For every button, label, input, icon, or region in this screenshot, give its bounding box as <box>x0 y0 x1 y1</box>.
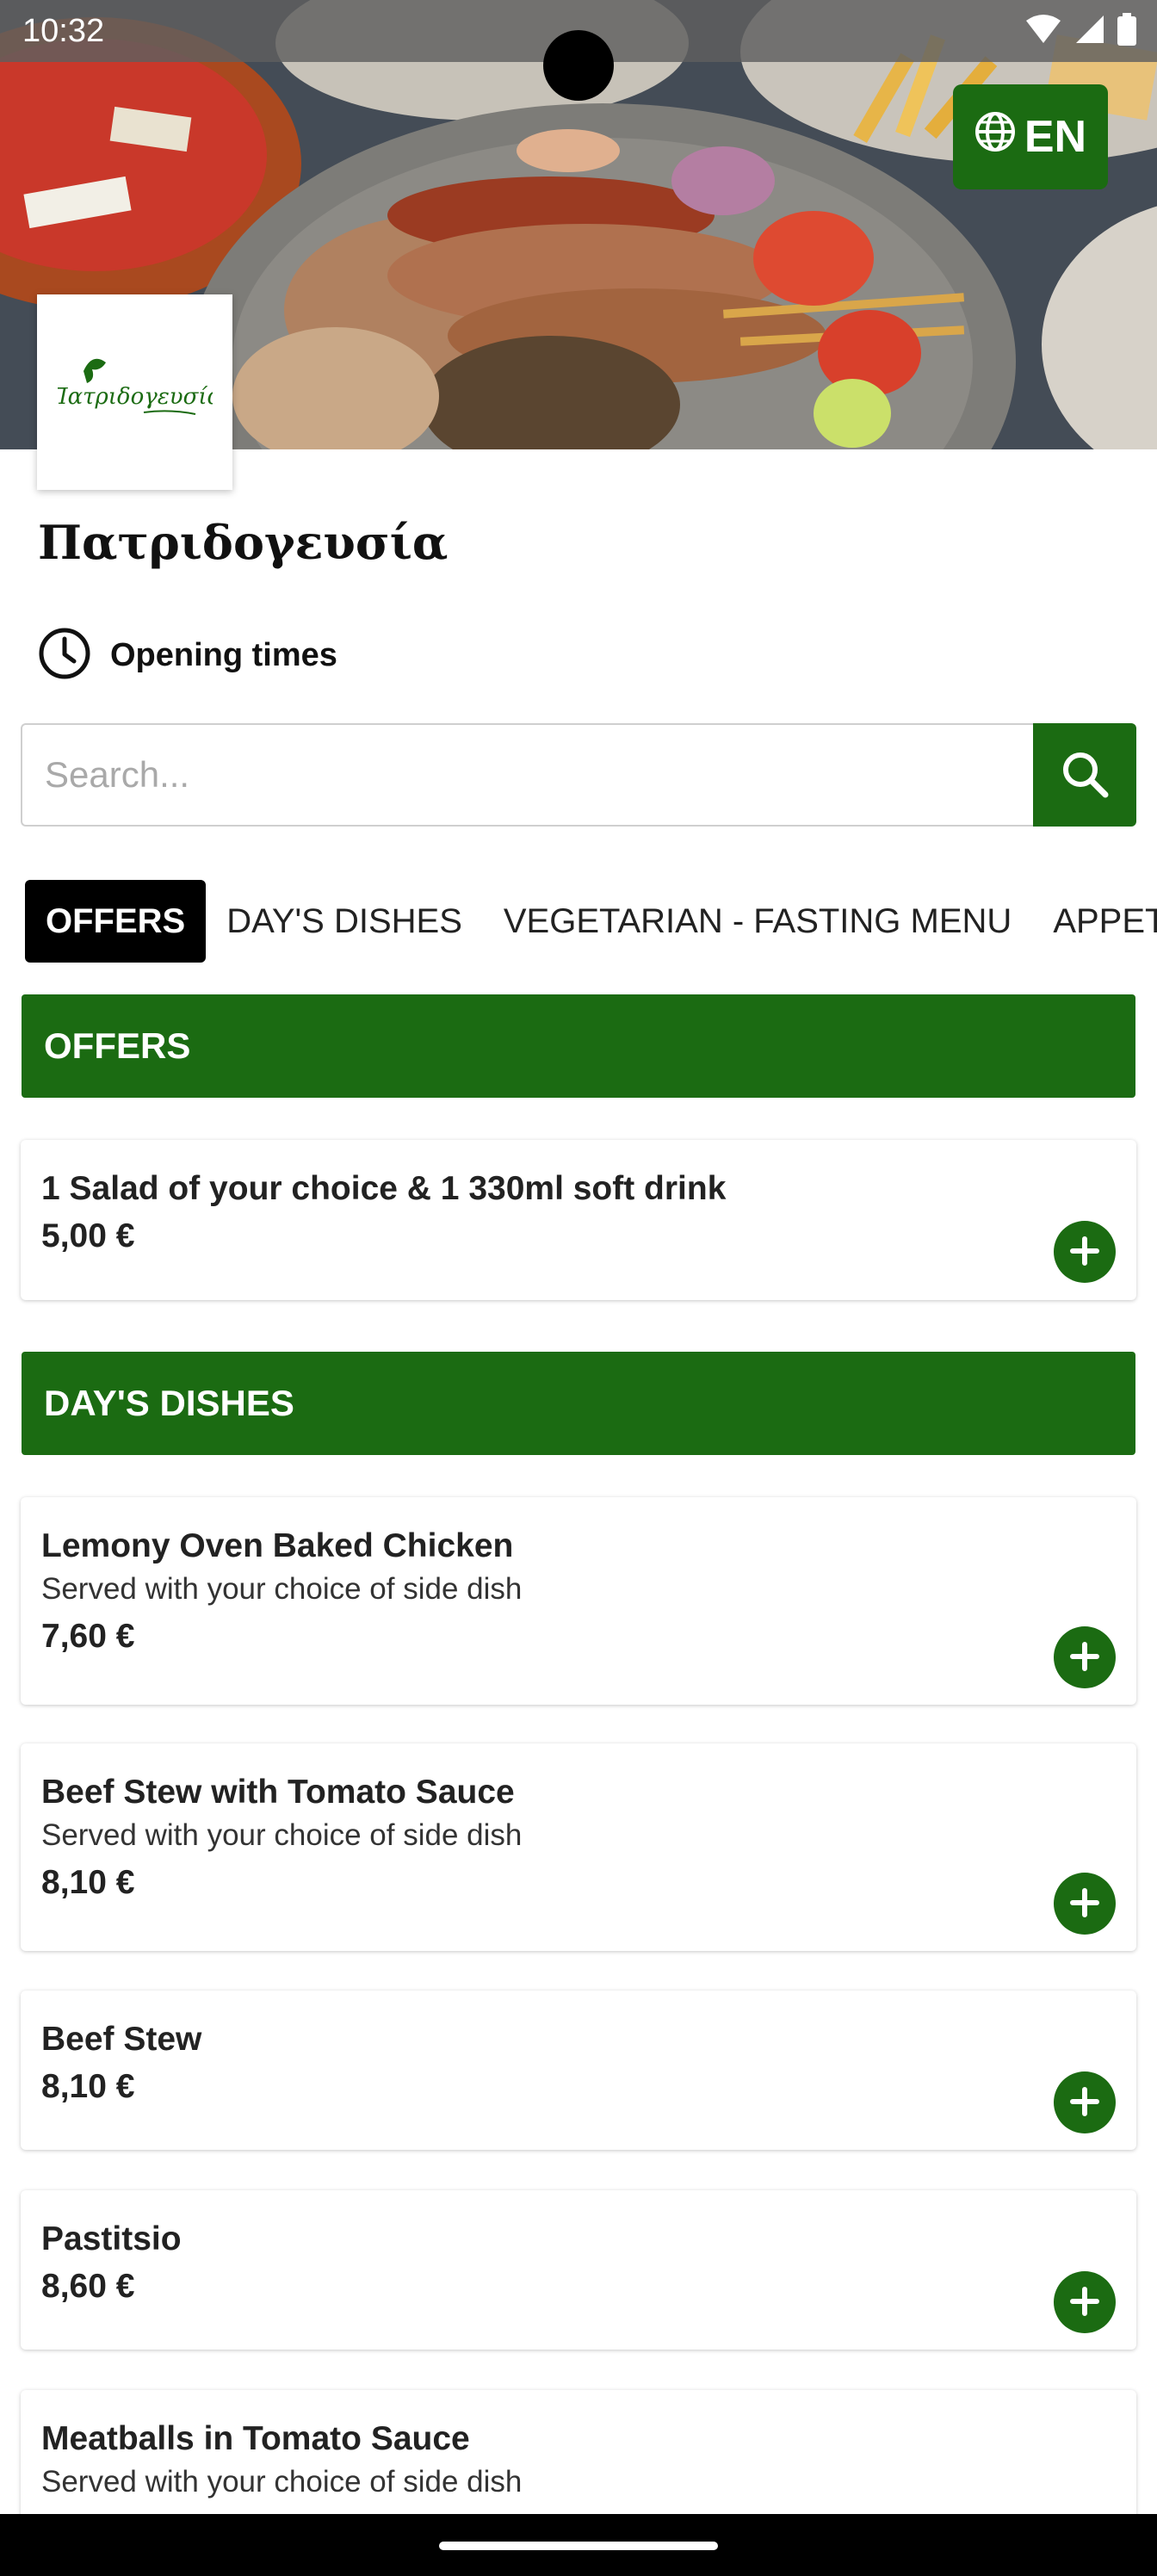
menu-item-card[interactable]: Beef Stew with Tomato Sauce Served with … <box>21 1743 1136 1951</box>
search-bar <box>21 723 1136 827</box>
search-input[interactable] <box>21 723 1033 827</box>
item-name: Meatballs in Tomato Sauce <box>41 2420 470 2457</box>
item-description: Served with your choice of side dish <box>41 2465 523 2499</box>
home-gesture-handle[interactable] <box>439 2542 718 2550</box>
add-to-cart-button[interactable] <box>1054 2071 1116 2133</box>
tab-vegetarian-fasting-menu[interactable]: VEGETARIAN - FASTING MENU <box>483 880 1032 963</box>
search-button[interactable] <box>1033 723 1136 827</box>
menu-item-card[interactable]: Beef Stew 8,10 € <box>21 1991 1136 2150</box>
plus-icon <box>1067 1639 1102 1676</box>
globe-icon <box>974 111 1016 164</box>
tab-offers[interactable]: OFFERS <box>25 880 207 963</box>
language-button[interactable]: EN <box>953 84 1108 189</box>
battery-icon <box>1117 12 1136 50</box>
clock-icon <box>38 627 91 684</box>
item-name: Pastitsio <box>41 2220 182 2257</box>
item-price: 7,60 € <box>41 1618 135 1655</box>
menu-item-card[interactable]: Lemony Oven Baked Chicken Served with yo… <box>21 1497 1136 1705</box>
plus-icon <box>1067 1886 1102 1923</box>
item-description: Served with your choice of side dish <box>41 1818 523 1852</box>
add-to-cart-button[interactable] <box>1054 1873 1116 1935</box>
item-price: 8,10 € <box>41 1864 135 1901</box>
item-price: 8,10 € <box>41 2068 135 2105</box>
logo-text: Πατριδογευσία <box>58 384 213 410</box>
item-name: Beef Stew with Tomato Sauce <box>41 1774 515 1811</box>
plus-icon <box>1067 1234 1102 1271</box>
plus-icon <box>1067 2284 1102 2321</box>
status-time: 10:32 <box>22 12 105 49</box>
category-tabs: OFFERS DAY'S DISHES VEGETARIAN - FASTING… <box>25 880 1157 963</box>
add-to-cart-button[interactable] <box>1054 1221 1116 1283</box>
restaurant-logo: Πατριδογευσία <box>37 294 232 490</box>
restaurant-name: Πατριδογευσία <box>38 515 449 570</box>
system-navigation-bar <box>0 2514 1157 2576</box>
plus-icon <box>1067 2084 1102 2121</box>
tab-days-dishes[interactable]: DAY'S DISHES <box>206 880 483 963</box>
opening-times-label: Opening times <box>110 637 337 673</box>
camera-cutout <box>543 30 614 101</box>
item-name: Lemony Oven Baked Chicken <box>41 1527 514 1564</box>
app-screen: 10:32 EN ατριδογευσί Πατριδογευσία Openi… <box>0 0 1157 2514</box>
item-name: Beef Stew <box>41 2021 202 2058</box>
add-to-cart-button[interactable] <box>1054 2271 1116 2333</box>
opening-times-link[interactable]: Opening times <box>38 627 337 684</box>
item-description: Served with your choice of side dish <box>41 1572 523 1606</box>
wifi-icon <box>1024 14 1062 49</box>
status-icons <box>1024 12 1136 50</box>
menu-item-card[interactable]: 1 Salad of your choice & 1 330ml soft dr… <box>21 1140 1136 1300</box>
signal-icon <box>1074 14 1105 49</box>
section-header-days-dishes: DAY'S DISHES <box>22 1352 1135 1455</box>
language-label: EN <box>1024 112 1087 162</box>
add-to-cart-button[interactable] <box>1054 1626 1116 1688</box>
item-name: 1 Salad of your choice & 1 330ml soft dr… <box>41 1170 727 1207</box>
menu-item-card[interactable]: Meatballs in Tomato Sauce Served with yo… <box>21 2390 1136 2514</box>
menu-item-card[interactable]: Pastitsio 8,60 € <box>21 2190 1136 2350</box>
item-price: 8,60 € <box>41 2268 135 2305</box>
search-icon <box>1059 748 1111 802</box>
item-price: 5,00 € <box>41 1217 135 1254</box>
tab-appetizers[interactable]: APPET <box>1032 880 1157 963</box>
section-header-offers: OFFERS <box>22 994 1135 1098</box>
